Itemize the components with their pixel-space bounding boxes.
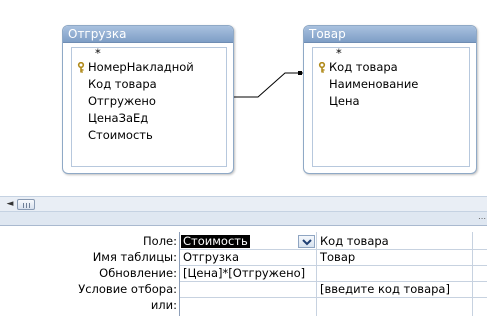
pane-splitter[interactable]: ⋯ [0, 212, 487, 226]
table-otgruzka[interactable]: Отгрузка * НомерНакладной Код товара Отг… [62, 25, 234, 174]
field-item[interactable]: Отгружено [72, 93, 226, 110]
grid-cell-table[interactable]: Отгрузка [181, 250, 316, 265]
field-label: НомерНакладной [88, 60, 194, 74]
all-fields-star[interactable]: * [313, 47, 469, 59]
grid-cell-or[interactable] [318, 298, 472, 313]
field-item[interactable]: Код товара [313, 59, 469, 76]
table-title[interactable]: Отгрузка [63, 26, 233, 43]
field-item[interactable]: ЦенаЗаЕд [72, 110, 226, 127]
row-label-table: Имя таблицы: [92, 250, 177, 264]
splitter-grip-icon: ⋯ [478, 214, 487, 223]
grid-cell-field[interactable]: Код товара [318, 234, 472, 249]
field-list[interactable]: * НомерНакладной Код товара Отгружено Це… [71, 47, 227, 167]
query-design-area[interactable]: Отгрузка * НомерНакладной Код товара Отг… [0, 0, 487, 196]
field-label: Код товара [329, 60, 398, 74]
grid-cell-or[interactable] [181, 298, 316, 313]
grid-cell-update[interactable] [318, 266, 472, 281]
key-icon [77, 62, 85, 73]
scroll-left-arrow-icon[interactable]: ◄ [4, 198, 16, 211]
row-label-update: Обновление: [99, 266, 177, 280]
field-list[interactable]: * Код товара Наименование Цена [312, 47, 470, 167]
field-item[interactable]: НомерНакладной [72, 59, 226, 76]
grid-cell-field[interactable]: Стоимость [181, 234, 316, 249]
horizontal-scrollbar[interactable]: ◄ [0, 196, 487, 212]
selected-field-text: Стоимость [181, 234, 250, 248]
row-label-criteria: Условие отбора: [78, 282, 177, 296]
row-label-or: или: [150, 298, 177, 312]
grid-cell-update[interactable]: [Цена]*[Отгружено] [181, 266, 316, 281]
grid-columns[interactable]: Стоимость Отгрузка [Цена]*[Отгружено] Ко… [179, 232, 487, 316]
grid-cell-criteria[interactable]: [введите код товара] [318, 282, 472, 297]
table-tovar[interactable]: Товар * Код товара Наименование Цена [303, 25, 477, 174]
query-grid[interactable]: Поле: Имя таблицы: Обновление: Условие о… [0, 226, 487, 316]
field-item[interactable]: Наименование [313, 76, 469, 93]
field-item[interactable]: Стоимость [72, 127, 226, 144]
field-dropdown-button[interactable] [298, 235, 315, 248]
chevron-down-icon [302, 239, 312, 246]
all-fields-star[interactable]: * [72, 47, 226, 59]
row-label-field: Поле: [143, 234, 177, 248]
grid-row-labels: Поле: Имя таблицы: Обновление: Условие о… [0, 226, 179, 316]
table-title[interactable]: Товар [304, 26, 476, 43]
field-item[interactable]: Код товара [72, 76, 226, 93]
field-item[interactable]: Цена [313, 93, 469, 110]
grid-cell-table[interactable]: Товар [318, 250, 472, 265]
grid-cell-criteria[interactable] [181, 282, 316, 297]
key-icon [318, 62, 326, 73]
scroll-thumb[interactable] [17, 199, 35, 210]
